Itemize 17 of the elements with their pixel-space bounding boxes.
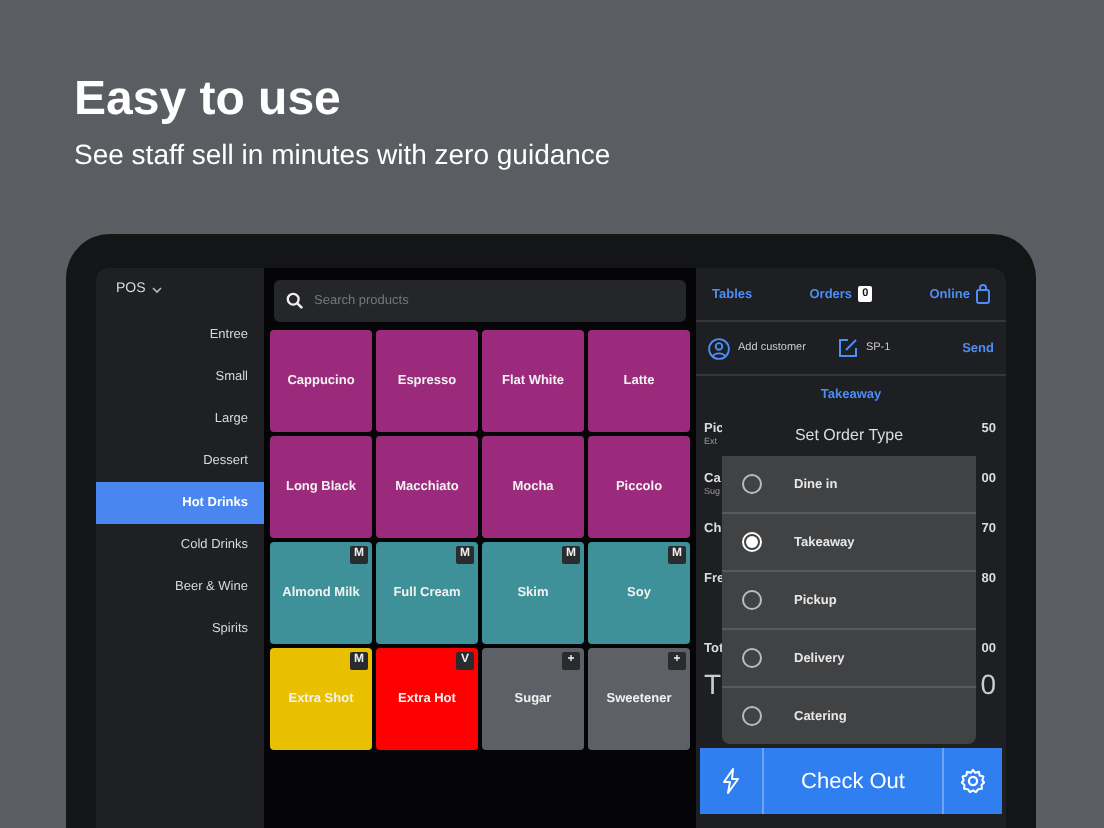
- radio-button[interactable]: [742, 590, 762, 610]
- radio-button[interactable]: [742, 474, 762, 494]
- lightning-icon: [722, 768, 740, 794]
- bag-icon: [975, 284, 990, 304]
- subheadline: See staff sell in minutes with zero guidance: [74, 136, 613, 172]
- total-value: 0: [980, 668, 996, 700]
- edit-icon: [837, 338, 858, 358]
- chevron-icon: [151, 285, 162, 293]
- radio-button[interactable]: [742, 648, 762, 668]
- person-icon: [708, 337, 730, 359]
- settings-button[interactable]: [942, 748, 1002, 814]
- radio-button[interactable]: [742, 706, 762, 726]
- quick-pay-button[interactable]: [700, 748, 764, 814]
- settings-icon: [960, 768, 986, 794]
- headline: Easy to use: [74, 72, 343, 128]
- total-label: T: [704, 668, 722, 700]
- search-icon: [286, 292, 304, 310]
